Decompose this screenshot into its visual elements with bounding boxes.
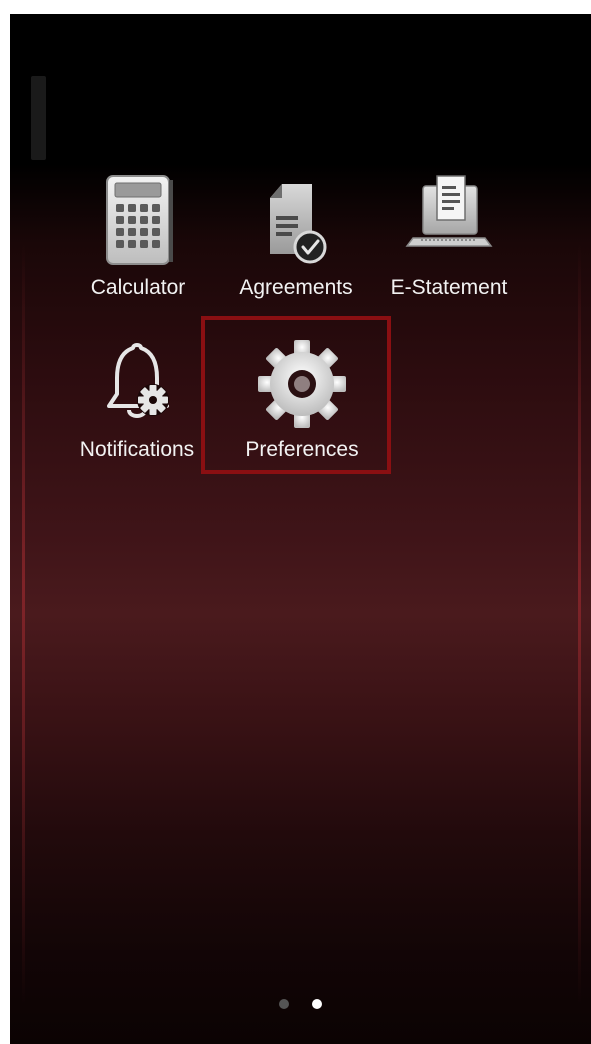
page-dot-1[interactable]: [279, 999, 290, 1009]
left-edge-glow: [22, 244, 25, 1004]
bell-gear-icon: [87, 334, 187, 434]
app-label-calculator: Calculator: [90, 276, 186, 299]
app-calculator[interactable]: Calculator: [63, 172, 213, 300]
calculator-icon: [88, 172, 188, 272]
app-estatement[interactable]: E-Statement: [374, 172, 524, 300]
app-label-notifications: Notifications: [79, 438, 195, 461]
status-indicator: [31, 76, 46, 160]
app-notifications[interactable]: Notifications: [62, 334, 212, 462]
laptop-statement-icon: [399, 172, 499, 272]
home-screen: Calculator Agreements E-Statement Notifi…: [10, 14, 591, 1044]
app-agreements[interactable]: Agreements: [221, 172, 371, 300]
right-edge-glow: [578, 244, 581, 1004]
page-dot-2[interactable]: [311, 999, 322, 1009]
selection-highlight: [201, 316, 391, 474]
app-label-estatement: E-Statement: [390, 276, 508, 299]
app-label-agreements: Agreements: [239, 276, 353, 299]
document-check-icon: [246, 172, 346, 272]
page-indicator: [10, 996, 591, 1014]
